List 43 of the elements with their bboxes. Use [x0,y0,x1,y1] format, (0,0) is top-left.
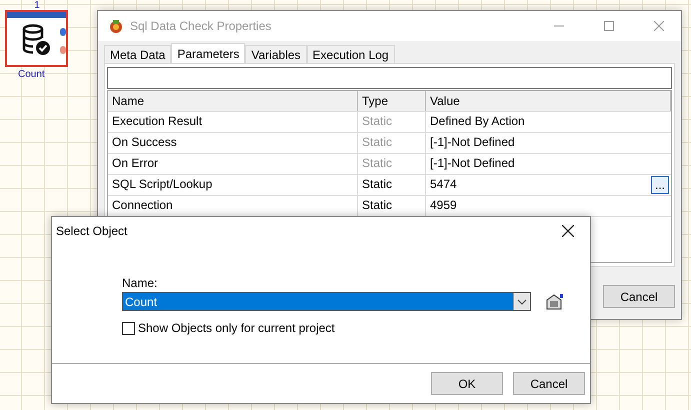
table-cell: Static [358,133,426,153]
ok-button[interactable]: OK [431,372,503,395]
cancel-button[interactable]: Cancel [513,372,585,395]
database-check-icon [21,24,51,56]
maximize-icon [604,21,614,31]
table-cell: [-1]-Not Defined [430,156,515,170]
column-header[interactable]: Value [426,91,671,111]
table-cell: 4959 [430,198,457,212]
table-cell: On Error [108,154,358,174]
table-cell: SQL Script/Lookup [108,175,358,195]
checkbox-label: Show Objects only for current project [138,321,335,335]
filter-field[interactable] [107,67,672,89]
tab[interactable]: Variables [245,45,307,63]
window-title: Sql Data Check Properties [130,19,272,33]
app-icon [108,18,124,34]
table-cell: 5474 [430,177,457,191]
node-number: 1 [33,0,41,11]
output-port[interactable] [60,28,66,36]
table-cell: Execution Result [108,112,358,132]
table-cell: Static [358,154,426,174]
table-cell: [-1]-Not Defined [430,135,515,149]
chevron-down-icon[interactable] [513,293,530,310]
checkbox[interactable] [122,322,135,334]
name-label: Name: [122,276,158,290]
dialog-title: Select Object [56,224,128,238]
browse-button[interactable]: ... [651,176,669,194]
table-cell: On Success [108,133,358,153]
close-icon [654,21,664,31]
tab[interactable]: Execution Log [306,45,395,63]
column-header[interactable]: Name [108,91,358,111]
table-cell: Static [358,175,426,195]
tab[interactable]: Meta Data [104,45,172,63]
name-dropdown[interactable]: Count [122,292,531,311]
cancel-button[interactable]: Cancel [603,285,675,308]
properties-icon[interactable] [545,294,563,310]
node-label: Count [18,69,45,80]
error-port[interactable] [60,46,66,54]
table-cell: Static [358,112,426,132]
close-icon [562,225,574,237]
node-box[interactable] [5,10,68,67]
tab[interactable]: Parameters [171,43,246,63]
table-cell: Defined By Action [430,114,525,128]
column-header[interactable]: Type [358,91,426,111]
